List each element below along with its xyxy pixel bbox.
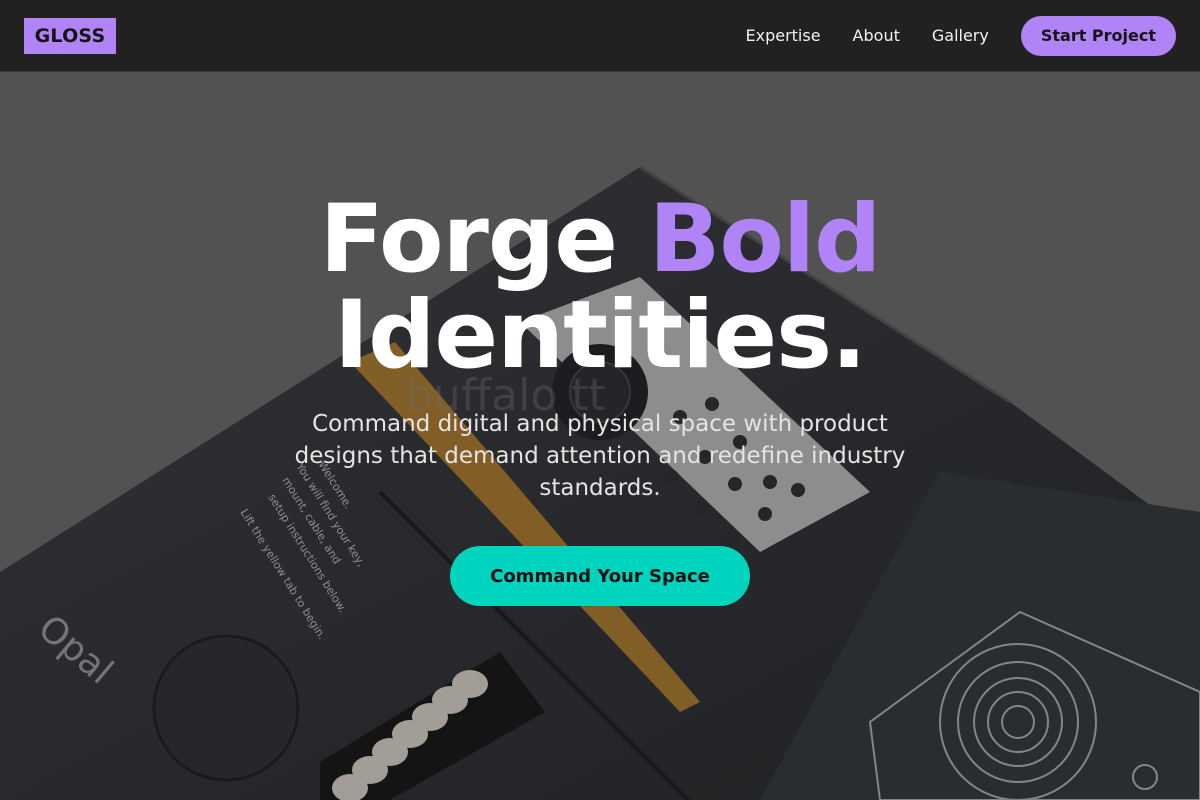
command-your-space-button[interactable]: Command Your Space: [450, 546, 750, 606]
brand-logo[interactable]: GLOSS: [24, 18, 116, 54]
hero-section: Lift the yellow tab to begin. setup inst…: [0, 72, 1200, 800]
nav-link-expertise[interactable]: Expertise: [745, 16, 820, 56]
nav-link-about[interactable]: About: [853, 16, 900, 56]
nav-links: Expertise About Gallery Start Project: [745, 16, 1176, 56]
hero-headline: Forge Bold Identities.: [0, 192, 1200, 384]
top-nav: GLOSS Expertise About Gallery Start Proj…: [0, 0, 1200, 72]
headline-part1: Forge: [319, 185, 649, 294]
headline-accent-word: Bold: [648, 185, 882, 294]
hero-subheading: Command digital and physical space with …: [294, 411, 906, 501]
start-project-button[interactable]: Start Project: [1020, 16, 1176, 56]
nav-link-gallery[interactable]: Gallery: [932, 16, 989, 56]
headline-part2: Identities.: [334, 281, 867, 390]
